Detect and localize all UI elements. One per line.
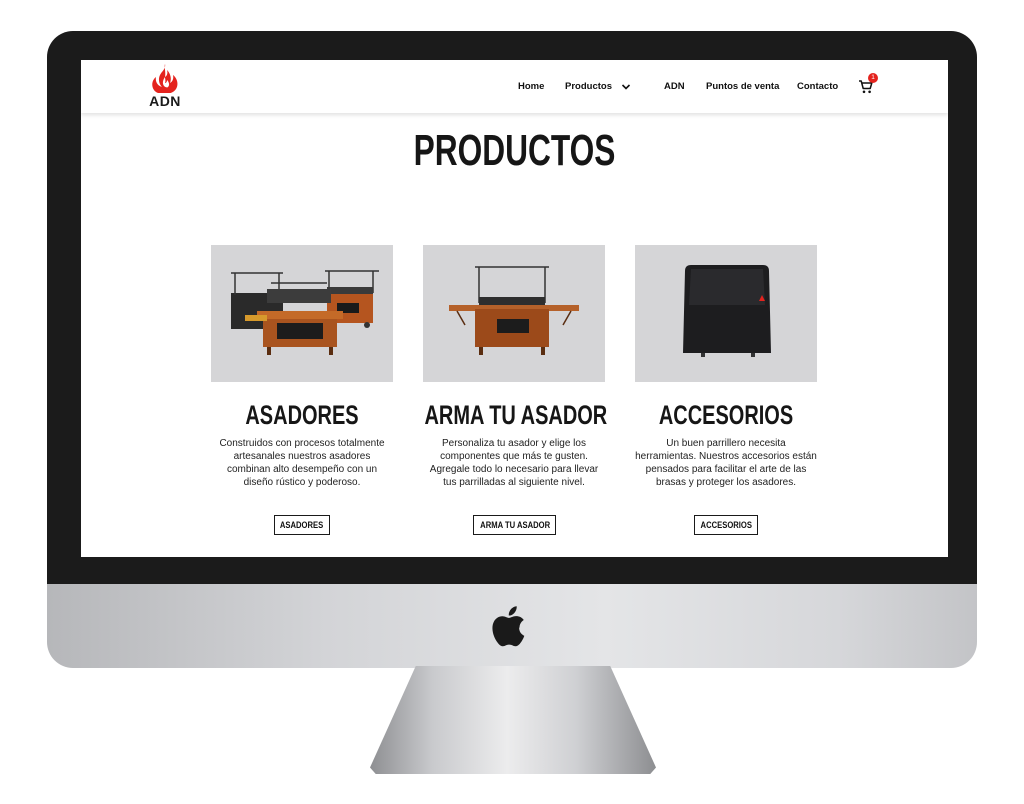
accesorios-button[interactable]: ACCESORIOS [694,515,758,535]
website-screen: ADN Home Productos ADN Puntos de venta C… [81,60,948,557]
product-card-arma-tu-asador: ARMA TU ASADOR Personaliza tu asador y e… [423,245,607,535]
nav-contacto[interactable]: Contacto [797,81,838,92]
arma-tu-asador-image[interactable] [423,245,605,382]
asadores-image[interactable] [211,245,393,382]
nav-puntos-de-venta[interactable]: Puntos de venta [706,81,779,92]
button-label: ASADORES [280,520,324,530]
nav-adn[interactable]: ADN [664,81,685,92]
brand-name: ADN [149,93,181,109]
brand-logo[interactable]: ADN [145,63,185,109]
apple-logo-icon [492,606,525,647]
monitor-stand [370,666,656,774]
button-label: ARMA TU ASADOR [480,520,551,530]
card-title: ACCESORIOS [658,400,794,430]
cart-count-badge: 1 [868,73,878,83]
product-card-asadores: ASADORES Construidos con procesos totalm… [211,245,393,535]
card-description: Personaliza tu asador y elige los compon… [429,438,599,488]
card-title: ASADORES [245,400,359,430]
card-title: ARMA TU ASADOR [424,400,608,430]
button-label: ACCESORIOS [700,520,752,530]
page-title: PRODUCTOS [413,126,616,175]
accesorios-image[interactable] [635,245,817,382]
grill-cover-illustration [683,265,771,357]
nav-productos[interactable]: Productos [565,81,612,92]
product-card-accesorios: ACCESORIOS Un buen parrillero necesita h… [635,245,817,535]
flame-icon [152,64,178,93]
asadores-button[interactable]: ASADORES [274,515,330,535]
grills-illustration [231,270,379,355]
card-description: Un buen parrillero necesita herramientas… [635,438,817,488]
site-header: ADN Home Productos ADN Puntos de venta C… [81,60,948,113]
card-description: Construidos con procesos totalmente arte… [219,438,385,488]
arma-tu-asador-button[interactable]: ARMA TU ASADOR [473,515,556,535]
custom-grill-illustration [449,266,579,355]
nav-home[interactable]: Home [518,81,544,92]
chevron-down-icon[interactable] [621,82,631,92]
